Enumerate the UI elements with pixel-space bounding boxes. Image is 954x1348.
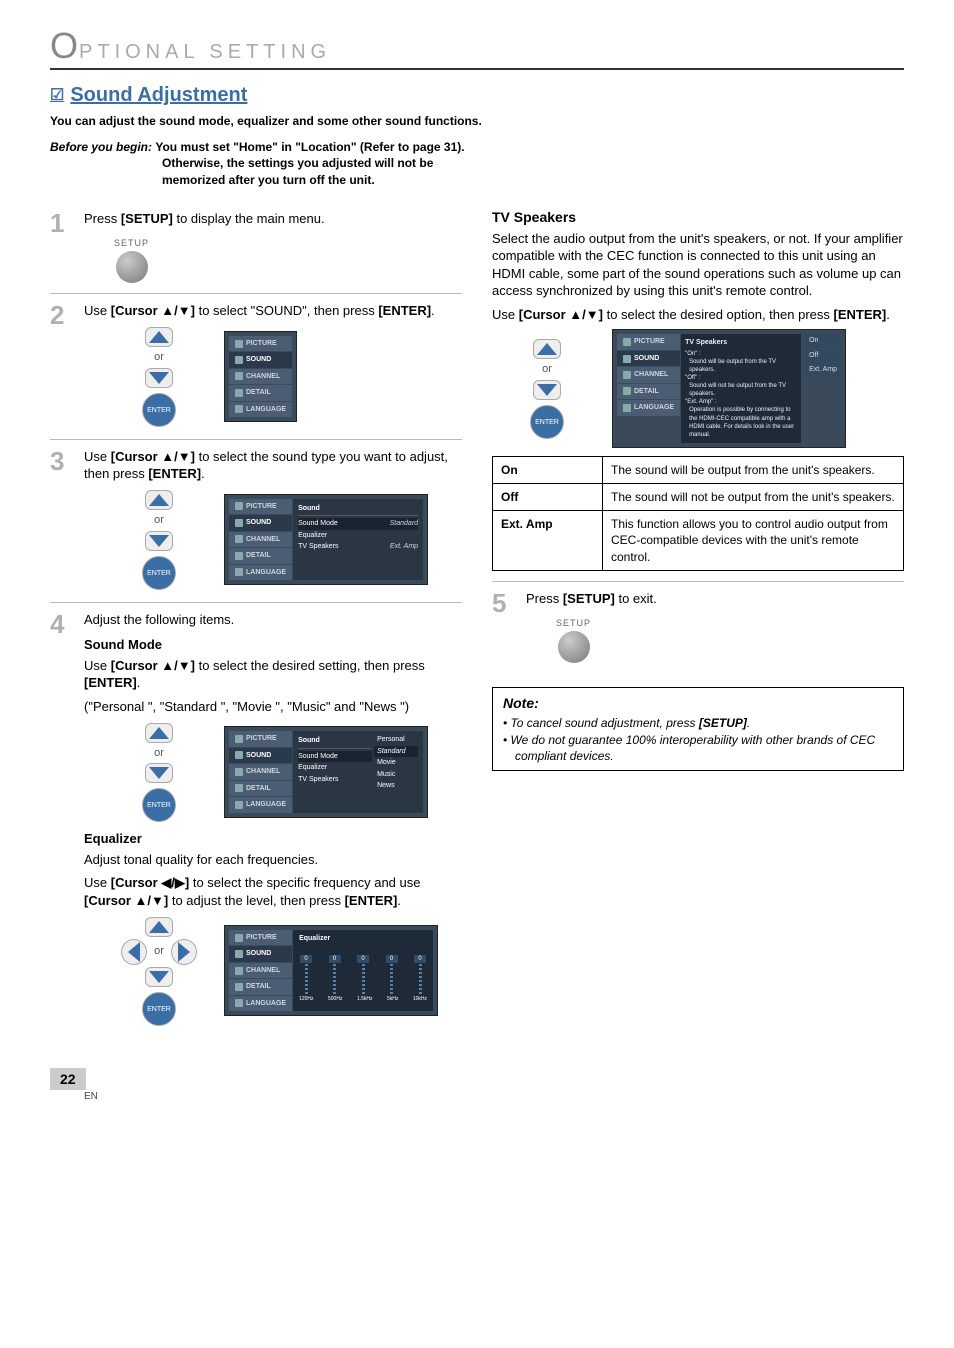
right-arrow-icon <box>178 942 190 962</box>
setup-button-graphic: SETUP <box>114 237 149 283</box>
left-column: 1 Press [SETUP] to display the main menu… <box>50 202 462 1038</box>
before-line2: Otherwise, the settings you adjusted wil… <box>50 155 904 171</box>
section-title-text: Sound Adjustment <box>70 82 247 109</box>
down-arrow-icon <box>537 384 557 396</box>
dpad-vertical: or ENTER <box>114 326 204 427</box>
up-arrow-icon <box>149 921 169 933</box>
step-2: 2 Use [Cursor ▲/▼] to select "SOUND", th… <box>50 294 462 439</box>
dpad-vertical-2: or ENTER <box>114 489 204 590</box>
step-4-text: Adjust the following items. <box>84 611 462 629</box>
step-1-text: Press [SETUP] to display the main menu. <box>84 210 462 228</box>
table-row: Ext. AmpThis function allows you to cont… <box>493 511 904 571</box>
dpad-vertical-4: or ENTER <box>502 338 592 439</box>
step-1-number: 1 <box>50 210 70 284</box>
step-5: 5 Press [SETUP] to exit. SETUP <box>492 581 904 674</box>
tv-speakers-desc: Select the audio output from the unit's … <box>492 230 904 300</box>
tv-speakers-heading: TV Speakers <box>492 208 904 227</box>
setup-button-icon <box>116 251 148 283</box>
table-row: OnThe sound will be output from the unit… <box>493 456 904 483</box>
equalizer-heading: Equalizer <box>84 830 462 848</box>
menu-screenshot-tv-speakers: PICTURE SOUND CHANNEL DETAIL LANGUAGE TV… <box>612 329 846 447</box>
step-4: 4 Adjust the following items. Sound Mode… <box>50 603 462 1038</box>
left-arrow-icon <box>128 942 140 962</box>
setup-button-graphic-2: SETUP <box>556 617 591 663</box>
before-label: Before you begin: <box>50 140 152 154</box>
down-arrow-icon <box>149 372 169 384</box>
step-3-text: Use [Cursor ▲/▼] to select the sound typ… <box>84 448 462 483</box>
sound-mode-text: Use [Cursor ▲/▼] to select the desired s… <box>84 657 462 692</box>
check-icon: ☑ <box>50 85 64 107</box>
step-3-number: 3 <box>50 448 70 592</box>
right-column: TV Speakers Select the audio output from… <box>492 202 904 1038</box>
step-2-text: Use [Cursor ▲/▼] to select "SOUND", then… <box>84 302 462 320</box>
before-line3: memorized after you turn off the unit. <box>50 172 904 188</box>
tv-speakers-instr: Use [Cursor ▲/▼] to select the desired o… <box>492 306 904 324</box>
note-item-2: We do not guarantee 100% interoperabilit… <box>503 732 893 764</box>
sound-mode-options: ("Personal ", "Standard ", "Movie ", "Mu… <box>84 698 462 716</box>
section-title: ☑ Sound Adjustment <box>50 82 904 109</box>
step-3: 3 Use [Cursor ▲/▼] to select the sound t… <box>50 440 462 603</box>
step-2-number: 2 <box>50 302 70 428</box>
up-arrow-icon <box>149 727 169 739</box>
step-5-number: 5 <box>492 590 512 664</box>
tv-speakers-table: OnThe sound will be output from the unit… <box>492 456 904 571</box>
page-footer: 22 EN <box>50 1068 904 1104</box>
dpad-full: or ENTER <box>114 916 204 1026</box>
page-lang: EN <box>84 1090 98 1104</box>
down-arrow-icon <box>149 535 169 547</box>
header-rest: PTIONAL SETTING <box>79 39 331 66</box>
table-row: OffThe sound will not be output from the… <box>493 484 904 511</box>
up-arrow-icon <box>537 343 557 355</box>
sound-mode-heading: Sound Mode <box>84 636 462 654</box>
note-box: Note: To cancel sound adjustment, press … <box>492 687 904 770</box>
step-1: 1 Press [SETUP] to display the main menu… <box>50 202 462 295</box>
page-number: 22 <box>50 1068 86 1091</box>
dpad-vertical-3: or ENTER <box>114 722 204 823</box>
page-header: O PTIONAL SETTING <box>50 30 904 70</box>
setup-label: SETUP <box>114 237 149 249</box>
equalizer-text1: Adjust tonal quality for each frequencie… <box>84 851 462 869</box>
up-arrow-icon <box>149 494 169 506</box>
menu-screenshot-sound-mode: PICTURE SOUND CHANNEL DETAIL LANGUAGE So… <box>224 726 428 817</box>
setup-button-icon <box>558 631 590 663</box>
header-initial-o: O <box>50 30 77 62</box>
down-arrow-icon <box>149 767 169 779</box>
step-5-text: Press [SETUP] to exit. <box>526 590 904 608</box>
note-title: Note: <box>503 694 893 713</box>
equalizer-text2: Use [Cursor ◀/▶] to select the specific … <box>84 874 462 909</box>
note-item-1: To cancel sound adjustment, press [SETUP… <box>503 715 893 731</box>
step-4-number: 4 <box>50 611 70 1028</box>
menu-screenshot-sound: PICTURE SOUND CHANNEL DETAIL LANGUAGE <box>224 331 297 422</box>
menu-screenshot-equalizer: PICTURE SOUND CHANNEL DETAIL LANGUAGE Eq… <box>224 925 438 1016</box>
enter-button-icon: ENTER <box>142 393 176 427</box>
before-line1: You must set "Home" in "Location" (Refer… <box>155 140 464 154</box>
down-arrow-icon <box>149 971 169 983</box>
before-you-begin: Before you begin: You must set "Home" in… <box>50 139 904 188</box>
up-arrow-icon <box>149 331 169 343</box>
menu-screenshot-sound-list: PICTURE SOUND CHANNEL DETAIL LANGUAGE So… <box>224 494 428 585</box>
dpad-or: or <box>114 348 204 367</box>
intro-text: You can adjust the sound mode, equalizer… <box>50 113 904 129</box>
